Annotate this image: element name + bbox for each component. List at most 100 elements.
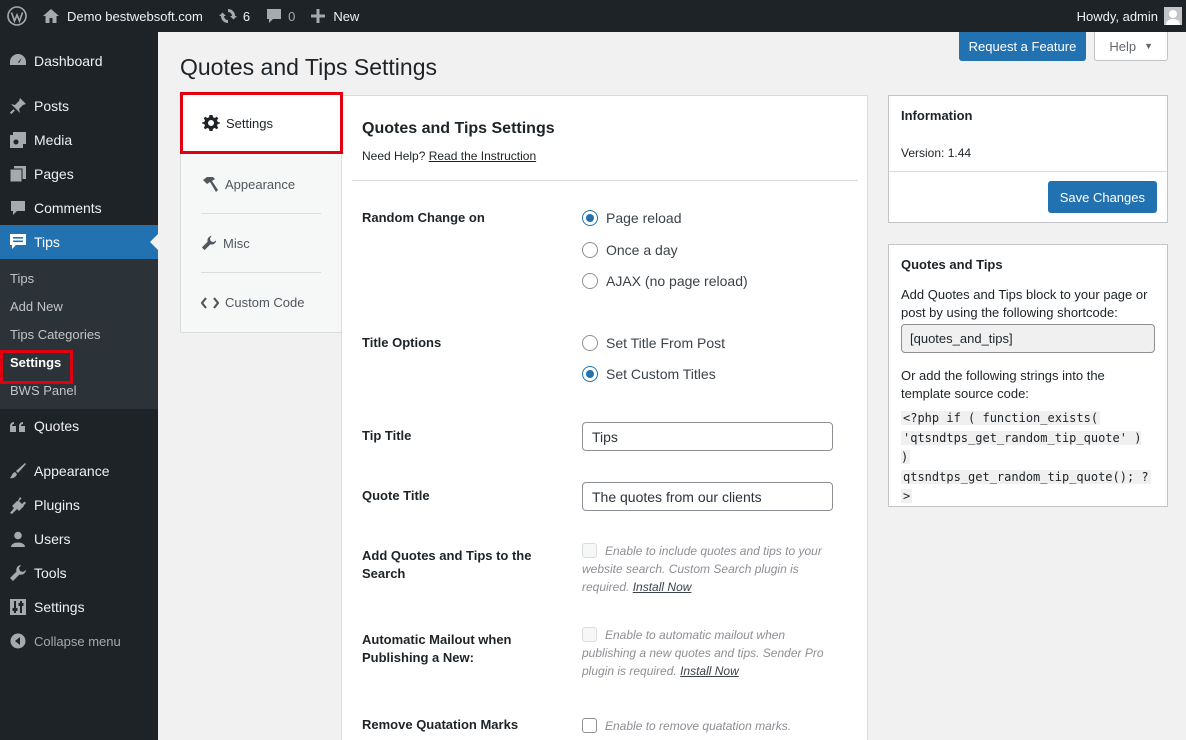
sidebar-label: Settings [34,599,85,615]
qt-desc-1: Add Quotes and Tips block to your page o… [901,287,1148,320]
gear-icon [202,115,220,131]
search-option: Enable to include quotes and tips to you… [582,542,842,596]
search-desc: Enable to include quotes and tips to you… [582,544,822,594]
tips-icon [8,232,28,252]
updates-count: 6 [242,8,251,24]
search-checkbox[interactable] [582,543,597,558]
sidebar-label: Comments [34,200,102,216]
comment-icon [267,9,282,23]
new-content-link[interactable]: New [303,0,367,32]
mailout-checkbox[interactable] [582,627,597,642]
radio-label: AJAX (no page reload) [606,273,748,289]
section-title: Quotes and Tips Settings [362,120,555,137]
quote-title-input[interactable]: The quotes from our clients [582,482,833,511]
tab-label: Custom Code [225,295,305,310]
radio-label: Once a day [606,242,678,258]
comments-link[interactable]: 0 [258,0,303,32]
wordpress-logo-icon[interactable] [0,0,34,32]
mailout-option: Enable to automatic mailout when publish… [582,626,842,680]
radio-label: Page reload [606,210,682,226]
save-changes-button[interactable]: Save Changes [1047,181,1157,213]
sidebar-item-tools[interactable]: Tools [0,556,158,590]
radio-page-reload[interactable]: Page reload [582,210,682,226]
submenu-item-tips[interactable]: Tips [0,265,158,293]
quotation-desc: Enable to remove quatation marks. [605,719,792,733]
code-snippet: <?php if ( function_exists( 'qtsndtps_ge… [901,409,1155,507]
need-help: Need Help? Read the Instruction [362,149,536,163]
radio-once-a-day[interactable]: Once a day [582,242,678,258]
information-box: Information Version: 1.44 Save Changes [888,95,1168,223]
mailout-label: Automatic Mailout when Publishing a New: [362,632,512,665]
instruction-link[interactable]: Read the Instruction [429,149,536,163]
sidebar-item-pages[interactable]: Pages [0,157,158,191]
tip-title-input[interactable]: Tips [582,422,833,451]
radio-button[interactable] [582,366,598,382]
tab-label: Settings [226,115,273,131]
tab-appearance[interactable]: Appearance [201,155,321,214]
sidebar-item-media[interactable]: Media [0,123,158,157]
search-label: Add Quotes and Tips to the Search [362,548,532,581]
tab-custom-code[interactable]: Custom Code [201,273,321,332]
plus-icon [311,9,326,23]
submenu-item-add-new[interactable]: Add New [0,293,158,321]
code-line: 'qtsndtps_get_random_tip_quote' ) ) [901,430,1142,464]
media-icon [8,130,28,150]
submenu-item-settings[interactable]: Settings [0,349,158,384]
install-sender-pro-link[interactable]: Install Now [680,664,739,678]
sidebar-label: Tips [34,234,60,250]
radio-button[interactable] [582,210,598,226]
code-icon [201,296,219,309]
hammer-icon [203,177,218,192]
updates-link[interactable]: 6 [211,0,258,32]
sidebar-item-appearance[interactable]: Appearance [0,454,158,488]
sidebar-item-posts[interactable]: Posts [0,89,158,123]
site-name-link[interactable]: Demo bestwebsoft.com [34,0,211,32]
sliders-icon [8,597,28,617]
tab-misc[interactable]: Misc [201,214,321,273]
sidebar-item-users[interactable]: Users [0,522,158,556]
submenu-item-tips-categories[interactable]: Tips Categories [0,321,158,349]
radio-title-from-post[interactable]: Set Title From Post [582,335,725,351]
sidebar-item-comments[interactable]: Comments [0,191,158,225]
my-account[interactable]: Howdy, admin [1069,0,1186,32]
settings-panel: Quotes and Tips Settings Need Help? Read… [341,95,868,740]
collapse-menu-button[interactable]: Collapse menu [0,624,158,658]
sidebar-item-dashboard[interactable]: Dashboard [0,44,158,78]
tab-settings[interactable]: Settings [180,92,343,154]
request-feature-button[interactable]: Request a Feature [958,32,1087,61]
new-label: New [333,8,360,24]
title-options-label: Title Options [362,335,442,350]
quote-icon [8,416,28,436]
radio-label: Set Custom Titles [606,366,716,382]
screen-meta-links: Request a Feature Help ▼ [958,32,1168,61]
radio-button[interactable] [582,242,598,258]
sidebar-item-tips[interactable]: Tips [0,225,158,259]
brush-icon [8,461,28,481]
radio-ajax[interactable]: AJAX (no page reload) [582,273,748,289]
sidebar-item-settings[interactable]: Settings [0,590,158,624]
tab-label: Misc [223,235,250,251]
quotation-checkbox[interactable] [582,718,597,733]
collapse-icon [8,631,28,651]
code-line: qtsndtps_get_random_tip_quote(); ? [901,469,1151,484]
pages-icon [8,164,28,184]
highlight-box [0,350,73,384]
user-icon [8,529,28,549]
version-text: Version: 1.44 [889,136,1167,172]
quote-title-label: Quote Title [362,488,430,503]
wrench-icon [201,235,217,251]
radio-custom-titles[interactable]: Set Custom Titles [582,366,716,382]
install-custom-search-link[interactable]: Install Now [633,580,692,594]
radio-label: Set Title From Post [606,335,726,351]
random-change-label: Random Change on [362,210,485,225]
help-label: Help [1109,38,1137,54]
code-line: > [901,489,913,503]
help-button[interactable]: Help ▼ [1094,32,1168,61]
shortcode-field[interactable]: [quotes_and_tips] [901,324,1155,353]
sidebar-item-plugins[interactable]: Plugins [0,488,158,522]
divider [352,180,858,181]
radio-button[interactable] [582,273,598,289]
greeting: Howdy, admin [1076,8,1158,24]
radio-button[interactable] [582,335,598,351]
sidebar-item-quotes[interactable]: Quotes [0,409,158,443]
